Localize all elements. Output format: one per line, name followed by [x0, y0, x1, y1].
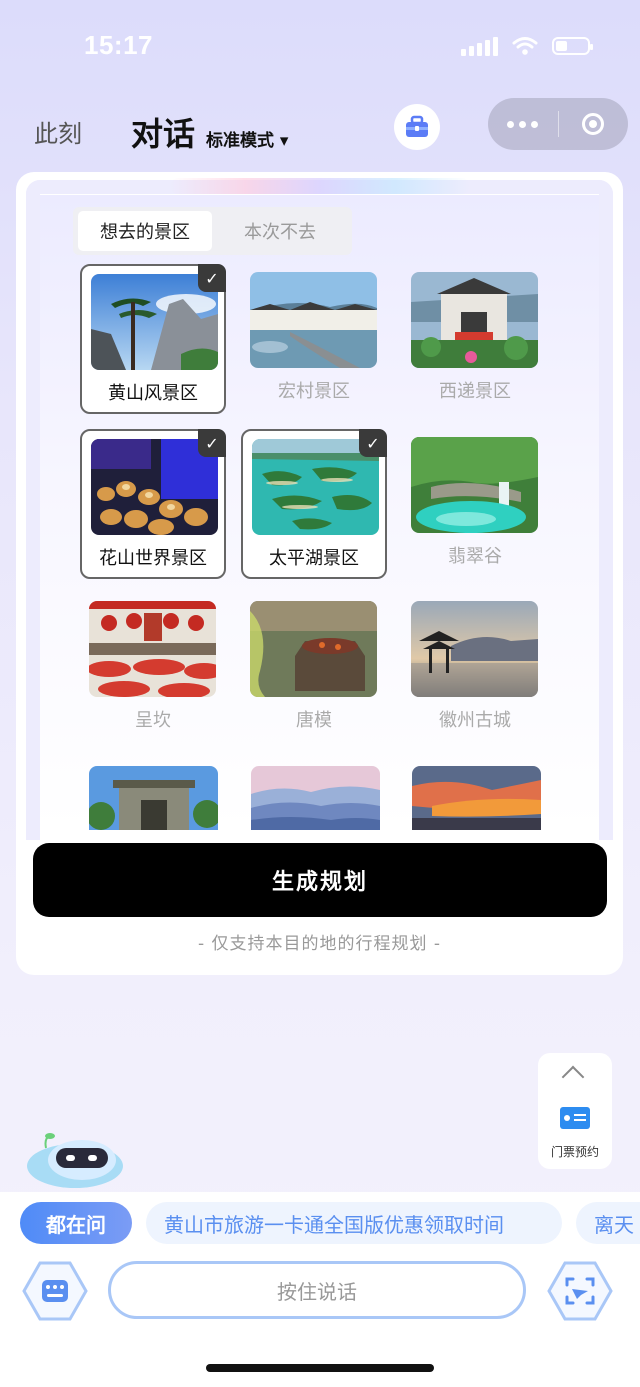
generate-plan-button[interactable]: 生成规划 — [33, 843, 607, 917]
ticket-booking-float[interactable]: 门票预约 — [538, 1053, 612, 1169]
question-chip[interactable]: 离天 — [576, 1202, 640, 1244]
question-chip[interactable]: 黄山市旅游一卡通全国版优惠领取时间 — [146, 1202, 562, 1244]
spot-image — [411, 601, 538, 697]
tab-now[interactable]: 此刻 — [34, 114, 82, 149]
miniapp-capsule — [488, 98, 628, 150]
check-icon: ✓ — [198, 429, 226, 457]
spot-image — [89, 601, 216, 697]
battery-icon — [552, 37, 593, 55]
everyone-asks-badge: 都在问 — [20, 1202, 132, 1244]
hold-to-talk-button[interactable]: 按住说话 — [108, 1261, 526, 1319]
spot-image — [250, 272, 377, 368]
ticket-icon — [560, 1107, 590, 1129]
spot-card-chengkan[interactable]: 呈坎 — [80, 593, 226, 743]
spot-name: 呈坎 — [135, 710, 171, 731]
spot-name: 宏村景区 — [278, 381, 350, 402]
check-icon: ✓ — [359, 429, 387, 457]
wifi-icon — [512, 37, 538, 55]
tab-chat[interactable]: 对话 — [131, 109, 195, 155]
spot-card-huangshan[interactable]: 黄山风景区 ✓ — [80, 264, 226, 414]
spot-card-huizhou-old-town[interactable]: 徽州古城 — [402, 593, 548, 743]
spot-name: 太平湖景区 — [269, 548, 359, 569]
status-icons — [461, 36, 593, 56]
mode-label: 标准模式 — [206, 131, 274, 151]
spot-card-hongcun[interactable]: 宏村景区 — [241, 264, 387, 414]
spot-image — [411, 437, 538, 533]
spot-card-feicuigu[interactable]: 翡翠谷 — [402, 429, 548, 579]
mode-selector[interactable]: 标准模式 ▾ — [206, 126, 288, 151]
tab-skip[interactable]: 本次不去 — [212, 211, 348, 251]
signal-icon — [461, 36, 498, 56]
spot-name: 黄山风景区 — [108, 383, 198, 404]
spot-name: 翡翠谷 — [448, 546, 502, 567]
spot-name: 花山世界景区 — [99, 548, 207, 569]
spot-image-partial — [89, 766, 218, 830]
status-time: 15:17 — [84, 30, 153, 60]
spot-image-partial — [412, 766, 541, 830]
scope-note: - 仅支持本目的地的行程规划 - — [197, 934, 442, 954]
spot-image-partial — [251, 766, 380, 830]
spot-name: 唐模 — [296, 710, 332, 731]
chevron-up-icon[interactable] — [561, 1065, 585, 1089]
assistant-mascot-icon[interactable] — [26, 1132, 124, 1188]
spot-card-huashan[interactable]: 花山世界景区 ✓ — [80, 429, 226, 579]
briefcase-icon — [406, 115, 428, 137]
toolbox-button[interactable] — [394, 104, 440, 150]
spot-image — [411, 272, 538, 368]
spot-name: 徽州古城 — [439, 710, 511, 731]
ticket-booking-label: 门票预约 — [550, 1145, 599, 1159]
spot-name: 西递景区 — [439, 381, 511, 402]
check-icon: ✓ — [198, 264, 226, 292]
keyboard-icon — [22, 1261, 88, 1321]
spot-image — [250, 601, 377, 697]
spot-card-xidi[interactable]: 西递景区 — [402, 264, 548, 414]
more-icon[interactable] — [488, 120, 558, 128]
spot-card-tangmo[interactable]: 唐模 — [241, 593, 387, 743]
home-indicator — [206, 1364, 434, 1372]
tab-want[interactable]: 想去的景区 — [78, 211, 212, 251]
caret-down-icon: ▾ — [279, 131, 289, 151]
spot-card-taipinghu[interactable]: 太平湖景区 ✓ — [241, 429, 387, 579]
scan-button[interactable] — [547, 1261, 613, 1321]
scan-icon — [547, 1261, 613, 1321]
close-miniapp-icon[interactable] — [559, 113, 629, 135]
keyboard-toggle-button[interactable] — [22, 1261, 88, 1321]
